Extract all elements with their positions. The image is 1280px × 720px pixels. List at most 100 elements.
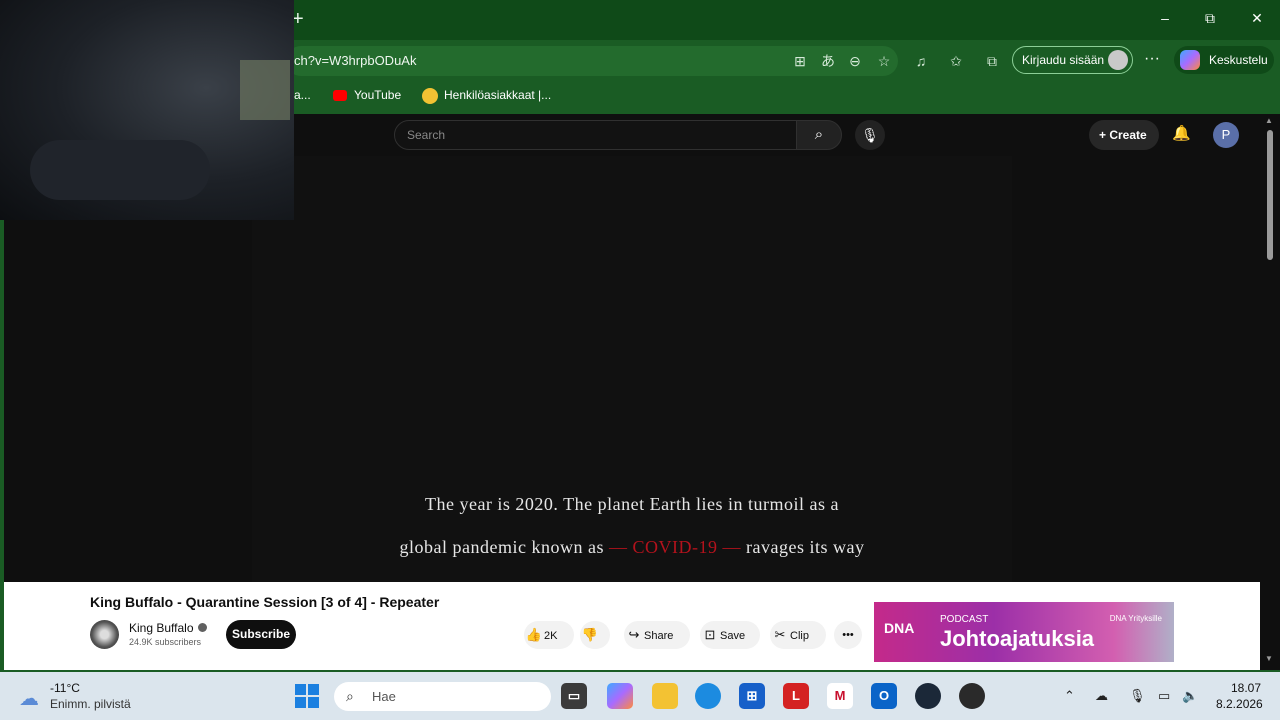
- channel-name[interactable]: King Buffalo: [129, 621, 194, 635]
- clock-time[interactable]: 18.07: [1231, 681, 1261, 695]
- ad-tag: PODCAST: [940, 614, 989, 625]
- ad-banner[interactable]: DNA PODCAST Johtoajatuksia DNA Yrityksil…: [874, 602, 1174, 662]
- clip-label: Clip: [790, 630, 809, 642]
- more-menu-icon[interactable]: ···: [1144, 50, 1160, 68]
- favorite-item-youtube[interactable]: YouTube: [354, 88, 401, 102]
- more-actions-button[interactable]: •••: [834, 621, 862, 649]
- page-scrollbar[interactable]: ▲ ▼: [1260, 114, 1280, 670]
- windows-logo-tile: [308, 684, 319, 695]
- ad-headline: Johtoajatuksia: [940, 626, 1095, 651]
- windows-logo-tile: [295, 697, 306, 708]
- cloud-sync-icon[interactable]: ☁: [1095, 688, 1108, 704]
- video-player[interactable]: [252, 156, 1012, 582]
- edge-browser-icon[interactable]: [695, 683, 721, 709]
- webcam-person: [30, 140, 210, 200]
- minimize-button[interactable]: –: [1155, 10, 1175, 26]
- channel-subscribers: 24.9K subscribers: [129, 637, 202, 647]
- task-view-icon[interactable]: ▭: [561, 683, 587, 709]
- obs-icon[interactable]: [959, 683, 985, 709]
- mcafee-icon[interactable]: M: [827, 683, 853, 709]
- youtube-icon: [333, 90, 347, 101]
- subtitle-text-after: ravages its way: [746, 537, 865, 557]
- microphone-icon: 🎙: [861, 127, 879, 143]
- webcam-window-light: [240, 60, 290, 120]
- share-label: Share: [644, 630, 674, 642]
- video-subtitle-line2: global pandemic known as — COVID-19 — ra…: [252, 537, 1012, 558]
- bookmark-icon: ⊡: [704, 627, 716, 642]
- media-icon[interactable]: ♫: [912, 52, 930, 70]
- favorites-icon[interactable]: ✩: [947, 52, 965, 70]
- verified-badge-icon: [198, 623, 207, 632]
- webcam-overlay: [0, 0, 294, 220]
- translate-icon[interactable]: あ: [819, 52, 837, 70]
- copilot-label: Keskustelu: [1209, 53, 1268, 67]
- weather-temperature[interactable]: -11°C: [50, 681, 80, 695]
- share-icon: ↪: [628, 627, 640, 642]
- signin-label: Kirjaudu sisään: [1022, 53, 1105, 67]
- ad-sponsor: DNA Yrityksille: [1109, 614, 1162, 623]
- scrollbar-thumb[interactable]: [1267, 130, 1273, 260]
- chevron-up-icon[interactable]: ⌃: [1064, 688, 1075, 704]
- subtitle-highlight: — COVID-19 —: [609, 537, 741, 557]
- subscribe-button[interactable]: Subscribe: [226, 620, 296, 649]
- scissors-icon: ✂: [774, 627, 786, 642]
- favorite-item-henkiloasiakkaat[interactable]: Henkilöasiakkaat |...: [444, 88, 551, 102]
- clock-date[interactable]: 8.2.2026: [1216, 697, 1263, 711]
- thumbs-down-icon: 👎: [581, 627, 599, 642]
- create-button[interactable]: + Create: [1089, 120, 1159, 150]
- create-label: Create: [1109, 128, 1147, 142]
- subtitle-text-before: global pandemic known as: [399, 537, 604, 557]
- restore-button[interactable]: ⧉: [1200, 10, 1220, 27]
- taskbar: [0, 672, 1280, 720]
- thumbs-up-icon: 👍: [525, 627, 543, 642]
- like-button[interactable]: 👍 2K: [524, 621, 574, 649]
- app-available-icon[interactable]: ⊞: [791, 52, 809, 70]
- copilot-icon[interactable]: [607, 683, 633, 709]
- microphone-tray-icon[interactable]: 🎙: [1129, 688, 1146, 704]
- favorite-star-icon[interactable]: ☆: [875, 52, 893, 70]
- steam-icon[interactable]: [915, 683, 941, 709]
- zoom-icon[interactable]: ⊖: [846, 52, 864, 70]
- voice-search-button[interactable]: 🎙: [855, 120, 885, 150]
- clip-button[interactable]: ✂ Clip: [770, 621, 826, 649]
- close-button[interactable]: ✕: [1247, 10, 1267, 27]
- user-avatar[interactable]: P: [1213, 122, 1239, 148]
- henkiloasiakkaat-icon: [422, 88, 438, 104]
- ad-brand: DNA: [884, 620, 915, 636]
- taskbar-search-placeholder: Hae: [372, 689, 396, 704]
- save-label: Save: [720, 630, 746, 642]
- profile-icon: [1108, 50, 1128, 70]
- copilot-button[interactable]: Keskustelu: [1174, 46, 1274, 74]
- outlook-icon[interactable]: O: [871, 683, 897, 709]
- video-title: King Buffalo - Quarantine Session [3 of …: [90, 594, 440, 610]
- video-subtitle-line1: The year is 2020. The planet Earth lies …: [424, 494, 840, 514]
- search-input[interactable]: Search: [394, 120, 797, 150]
- l-app-icon[interactable]: L: [783, 683, 809, 709]
- taskbar-search[interactable]: ⌕ Hae: [334, 682, 551, 711]
- favorite-item-truncated[interactable]: a...: [294, 88, 311, 102]
- start-button[interactable]: [295, 684, 319, 708]
- microsoft-store-icon[interactable]: ⊞: [739, 683, 765, 709]
- network-icon[interactable]: ▭: [1158, 688, 1170, 704]
- search-icon: ⌕: [814, 126, 824, 143]
- url-text[interactable]: ch?v=W3hrpbODuAk: [294, 53, 416, 68]
- windows-logo-tile: [295, 684, 306, 695]
- windows-logo-tile: [308, 697, 319, 708]
- save-button[interactable]: ⊡ Save: [700, 621, 760, 649]
- file-explorer-icon[interactable]: [652, 683, 678, 709]
- notifications-bell-icon[interactable]: 🔔: [1172, 124, 1191, 142]
- search-icon: ⌕: [346, 688, 354, 704]
- copilot-icon: [1180, 50, 1200, 70]
- volume-icon[interactable]: 🔈: [1182, 688, 1198, 704]
- weather-cloud-icon[interactable]: ☁: [19, 686, 39, 711]
- like-count: 2K: [544, 630, 558, 642]
- scroll-down-icon[interactable]: ▼: [1265, 654, 1273, 663]
- weather-description[interactable]: Enimm. pilvistä: [50, 697, 131, 711]
- search-button[interactable]: ⌕: [796, 120, 842, 150]
- dislike-button[interactable]: 👎: [580, 621, 610, 649]
- collections-icon[interactable]: ⧉: [983, 52, 1001, 70]
- share-button[interactable]: ↪ Share: [624, 621, 690, 649]
- channel-avatar[interactable]: [90, 620, 119, 649]
- signin-button[interactable]: Kirjaudu sisään: [1012, 46, 1133, 74]
- scroll-up-icon[interactable]: ▲: [1265, 116, 1273, 125]
